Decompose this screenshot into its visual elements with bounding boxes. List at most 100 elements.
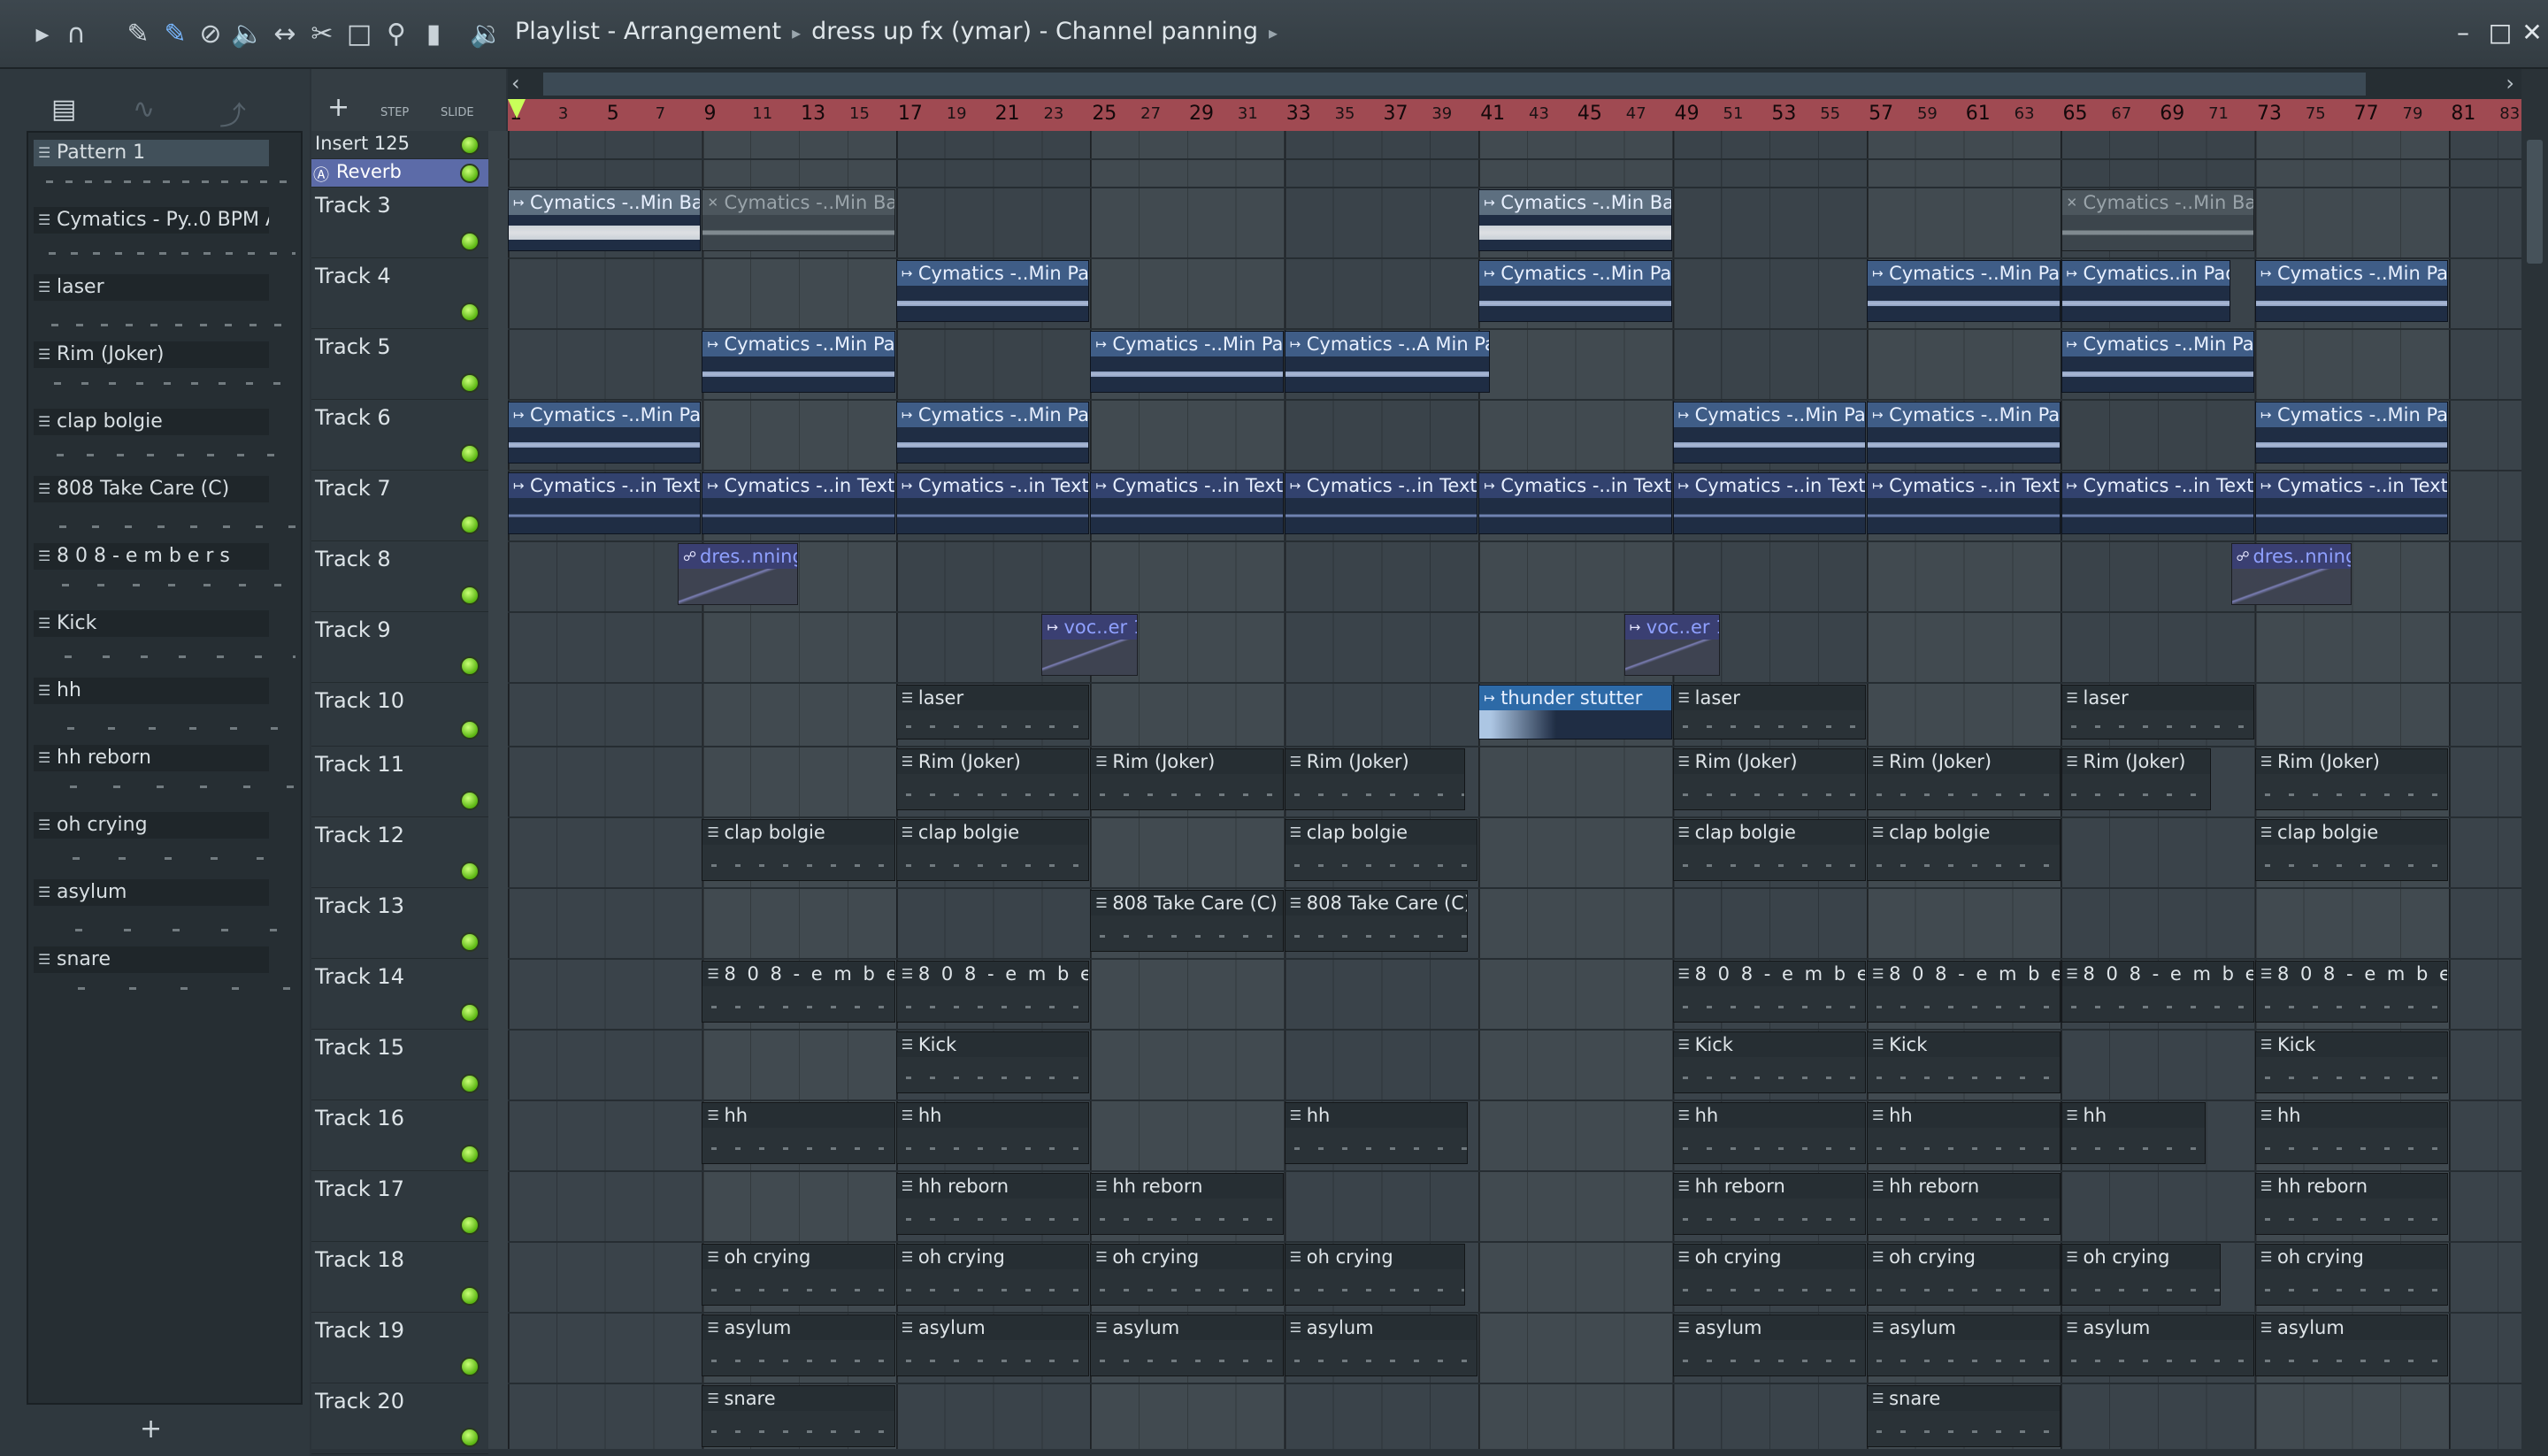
slide-toggle[interactable]: SLIDE [441,106,474,119]
delete-icon[interactable]: ⊘ [193,16,228,53]
overview-bar[interactable]: ‹ › [508,69,2521,99]
playlist-clip[interactable]: Cymatics -..Min Pad 3 [1867,402,2061,464]
playback-icon[interactable]: ▮ [416,16,451,53]
playlist-clip[interactable]: Cymatics -..Min Pad 2 [1090,331,1284,393]
playlist-clip[interactable]: hh [1284,1102,1469,1164]
slip-icon[interactable]: ↔ [267,16,303,53]
track-header[interactable]: Ⓐ Reverb [311,159,488,188]
playlist-clip[interactable]: oh crying [1672,1244,1867,1306]
track-header[interactable]: Track 14 [311,959,488,1030]
track-enable-led[interactable] [460,1145,480,1164]
picker-item[interactable]: asylum [34,879,297,943]
picker-item[interactable]: Rim (Joker) [34,341,297,405]
playlist-clip[interactable]: hh reborn [1672,1173,1867,1235]
play-icon[interactable]: ▸ [25,16,60,53]
playlist-clip[interactable]: asylum [1867,1314,2061,1376]
playlist-clip[interactable]: oh crying [1284,1244,1466,1306]
playlist-clip[interactable]: laser [895,685,1090,739]
playlist-clip[interactable]: Cymatics -..Min Pad 3 [2254,402,2449,464]
track-header[interactable]: Track 5 [311,329,488,400]
picker-item[interactable]: 808 Take Care (C) [34,476,297,540]
speaker-icon[interactable]: 🔉 [469,16,504,53]
picker-item[interactable]: Cymatics - Py..0 BPM A Min [34,207,297,271]
playlist-clip[interactable]: hh [1867,1102,2061,1164]
playlist-clip[interactable]: Kick [895,1031,1090,1093]
playlist-clip[interactable]: 8 0 8 - e m b e r s [895,961,1090,1023]
playlist-clip[interactable]: 8 0 8 - e m b e r s [2061,961,2254,1023]
playlist-clip[interactable]: Cymatics -..in Texture [2061,472,2254,534]
playlist-clip[interactable]: Cymatics -..Min Pad 1 [2254,260,2449,322]
playlist-clip[interactable]: oh crying [702,1244,895,1306]
track-enable-led[interactable] [460,164,480,183]
playlist-clip[interactable]: Rim (Joker) [1867,748,2061,810]
playlist-clip[interactable]: asylum [1284,1314,1478,1376]
playlist-clip[interactable]: Rim (Joker) [1672,748,1867,810]
close-button[interactable]: ✕ [2516,18,2548,47]
playlist-clip[interactable]: hh [2061,1102,2206,1164]
playlist-clip[interactable]: Rim (Joker) [895,748,1090,810]
playlist-clip[interactable]: Cymatics -..in Texture [895,472,1090,534]
playlist-clip[interactable]: 808 Take Care (C) [1284,890,1469,952]
step-toggle[interactable]: STEP [380,106,409,119]
track-header[interactable]: Track 10 [311,683,488,747]
playlist-clip[interactable]: Cymatics -..in Texture [508,472,702,534]
playlist-clip[interactable]: clap bolgie [2254,819,2449,881]
picker-item[interactable]: oh crying [34,812,297,876]
track-enable-led[interactable] [460,791,480,810]
playlist-clip[interactable]: Cymatics..in Pad 1 [2061,260,2230,322]
picker-item[interactable]: 8 0 8 - e m b e r s [34,543,297,607]
slice-icon[interactable]: ✂ [304,16,340,53]
track-header[interactable]: Track 3 [311,188,488,258]
playlist-clip[interactable]: asylum [1090,1314,1284,1376]
pencil-icon[interactable]: ✎ [120,16,156,53]
track-enable-led[interactable] [460,720,480,739]
scrollbar-thumb[interactable] [2527,140,2543,264]
playlist-clip[interactable]: Cymatics -..in Texture [702,472,895,534]
timeline-ruler[interactable]: 1 3 5 7 9 11 13 15 17 19 21 23 25 27 29 31 33 35 37 39 41 43 4… [508,99,2521,131]
playlist-clip[interactable]: Kick [1867,1031,2061,1093]
playlist-clip[interactable]: Cymatics -..in Texture [1867,472,2061,534]
playlist-clip[interactable]: Kick [2254,1031,2449,1093]
playlist-clip[interactable]: laser [2061,685,2254,739]
track-enable-led[interactable] [460,586,480,605]
picker-item[interactable]: Kick [34,610,297,674]
track-header[interactable]: Track 16 [311,1100,488,1171]
playlist-clip[interactable]: Cymatics -..Min Pad 1 [1867,260,2061,322]
playlist-clip[interactable]: Cymatics -..Min Pad 3 [508,402,702,464]
playlist-clip[interactable]: oh crying [2061,1244,2221,1306]
playlist-clip[interactable]: 8 0 8 - e m b e r s [1867,961,2061,1023]
track-enable-led[interactable] [460,1286,480,1306]
playlist-clip[interactable]: clap bolgie [1284,819,1478,881]
playlist-clip[interactable]: Cymatics -..Min Pad 2 [702,331,895,393]
playlist-clip[interactable]: hh [702,1102,895,1164]
playlist-clip[interactable]: Cymatics -..in Texture [1478,472,1672,534]
track-enable-led[interactable] [460,1215,480,1235]
playlist-clip[interactable]: Cymatics -..Min Bass [1478,189,1672,251]
picker-item[interactable]: clap bolgie [34,409,297,472]
playlist-clip[interactable]: clap bolgie [895,819,1090,881]
playlist-clip[interactable]: dres..nning) [2230,543,2352,605]
audio-tab-icon[interactable]: ∿ [133,94,155,125]
track-enable-led[interactable] [460,232,480,251]
playlist-clip[interactable]: hh reborn [1867,1173,2061,1235]
track-enable-led[interactable] [460,1357,480,1376]
add-icon[interactable]: + [140,1414,162,1445]
picker-item[interactable]: snare [34,946,297,1010]
minimize-button[interactable]: – [2447,18,2479,47]
playlist-clip[interactable]: thunder stutter [1478,685,1672,739]
playlist-clip[interactable]: asylum [2254,1314,2449,1376]
paint-icon[interactable]: ✎ [157,16,193,53]
track-enable-led[interactable] [460,1074,480,1093]
track-enable-led[interactable] [460,1428,480,1447]
target-arrow-icon[interactable]: ▸ [1269,22,1278,43]
playlist-clip[interactable]: Cymatics -..Min Pad 1 [1478,260,1672,322]
playlist-clip[interactable]: Cymatics -..in Texture [1672,472,1867,534]
track-enable-led[interactable] [460,373,480,393]
playlist-clip[interactable]: Cymatics -..Min Pad 1 [895,260,1090,322]
playlist-clip[interactable]: hh [1672,1102,1867,1164]
track-header[interactable]: Track 8 [311,541,488,612]
track-header[interactable]: Track 19 [311,1313,488,1383]
track-header[interactable]: Track 12 [311,817,488,888]
track-header[interactable]: Track 6 [311,400,488,471]
mute-icon[interactable]: 🔈 [230,16,265,53]
